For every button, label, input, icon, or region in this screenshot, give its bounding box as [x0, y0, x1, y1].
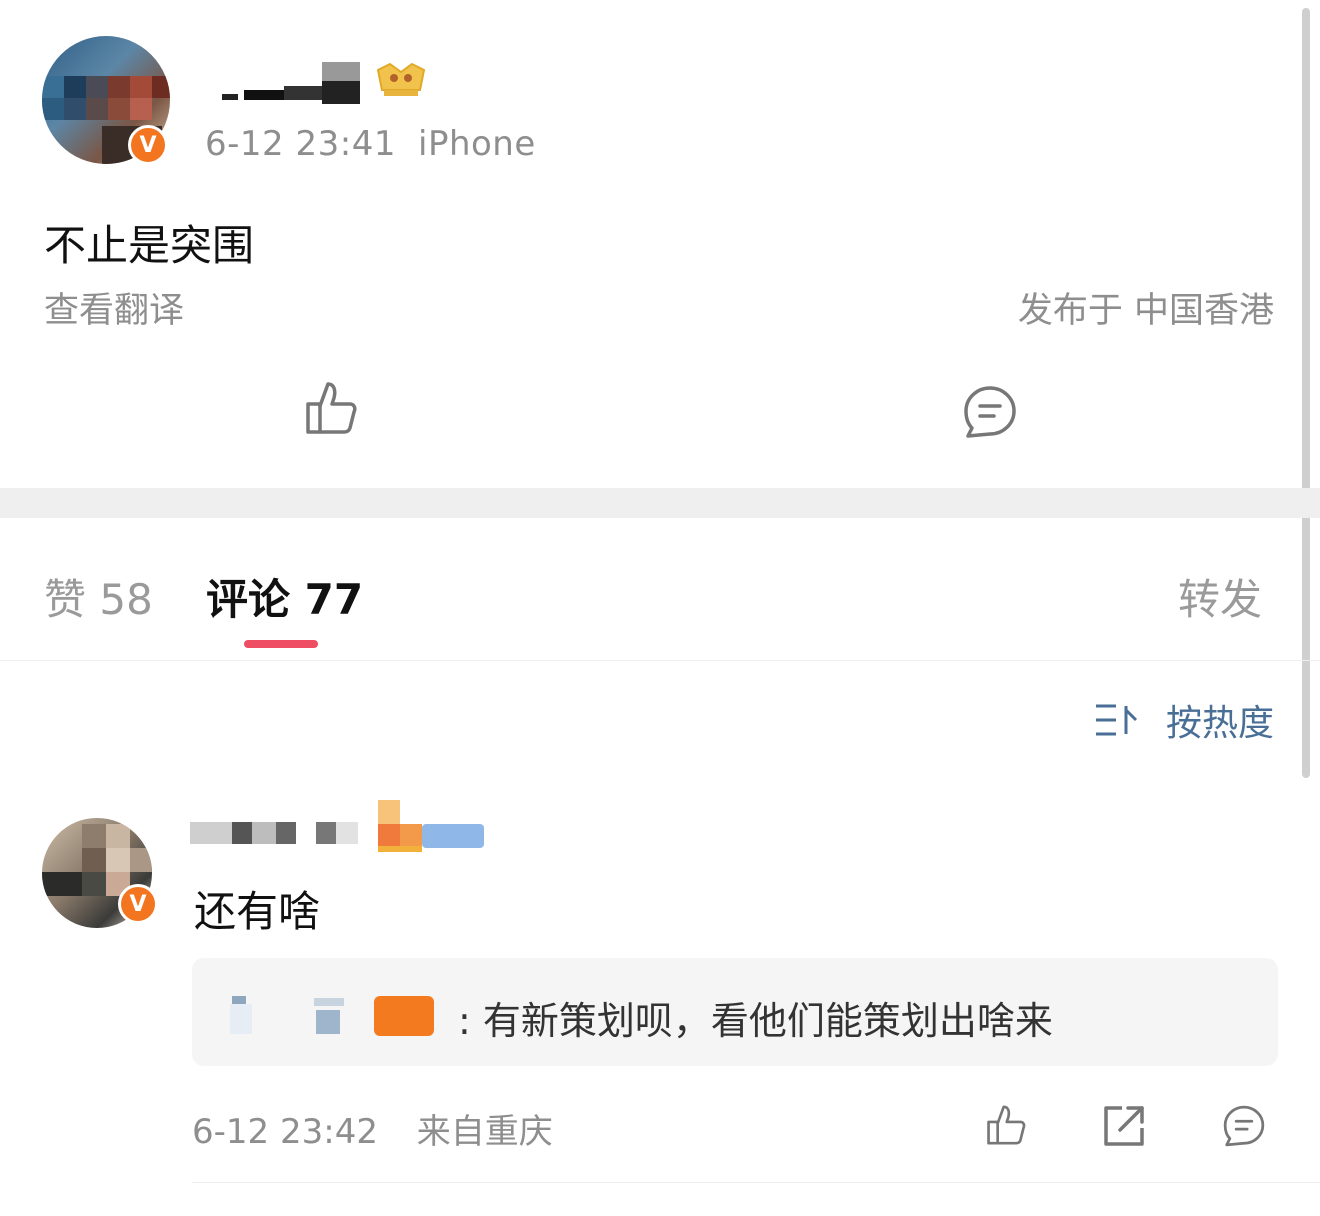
reply-author-name[interactable] [228, 996, 438, 1036]
post-location: 发布于 中国香港 [1017, 291, 1274, 331]
comment-text: 还有啥 [194, 887, 321, 936]
comment-time: 6-12 23:42 [192, 1112, 378, 1152]
sort-by-hot-button[interactable]: 按热度 [1094, 694, 1274, 746]
verified-badge-icon: V [128, 125, 168, 165]
share-icon [1104, 1106, 1144, 1146]
vip-crown-icon[interactable] [374, 60, 428, 100]
comment-bubble-icon [964, 386, 1016, 438]
author-name[interactable] [222, 62, 360, 104]
tab-comments[interactable]: 评论 77 [206, 566, 363, 627]
commenter-name[interactable] [190, 822, 360, 856]
comment-button[interactable] [962, 384, 1018, 440]
sort-icon [1095, 704, 1138, 736]
tabs-divider [0, 660, 1320, 661]
comment-divider [192, 1182, 1320, 1183]
tab-likes[interactable]: 赞 58 [44, 566, 153, 627]
active-tab-indicator [244, 640, 318, 648]
fan-badge-icon[interactable] [378, 800, 486, 854]
comment-like-button[interactable] [984, 1102, 1028, 1148]
sort-label: 按热度 [1165, 703, 1274, 744]
like-button[interactable] [302, 378, 360, 438]
comment-source: 来自重庆 [416, 1112, 553, 1152]
translate-link[interactable]: 查看翻译 [44, 282, 184, 333]
scrollbar[interactable] [1302, 8, 1310, 778]
thumbs-up-icon [987, 1105, 1026, 1145]
post-device: iPhone [418, 124, 536, 164]
post-timestamp: 6-12 23:41 [205, 124, 396, 164]
comment-timestamp: 6-12 23:42 来自重庆 [192, 1104, 553, 1153]
post-text: 不止是突围 [44, 221, 255, 270]
section-divider [0, 488, 1320, 518]
thumbs-up-icon [306, 382, 357, 434]
comment-share-button[interactable] [1102, 1104, 1146, 1148]
tab-reposts[interactable]: 转发 [1178, 566, 1262, 627]
comment-reply-button[interactable] [1222, 1104, 1266, 1148]
reply-text: : 有新策划呗，看他们能策划出啥来 [458, 999, 1053, 1043]
comment-bubble-icon [1223, 1105, 1265, 1147]
commenter-verified-badge-icon: V [118, 884, 158, 924]
